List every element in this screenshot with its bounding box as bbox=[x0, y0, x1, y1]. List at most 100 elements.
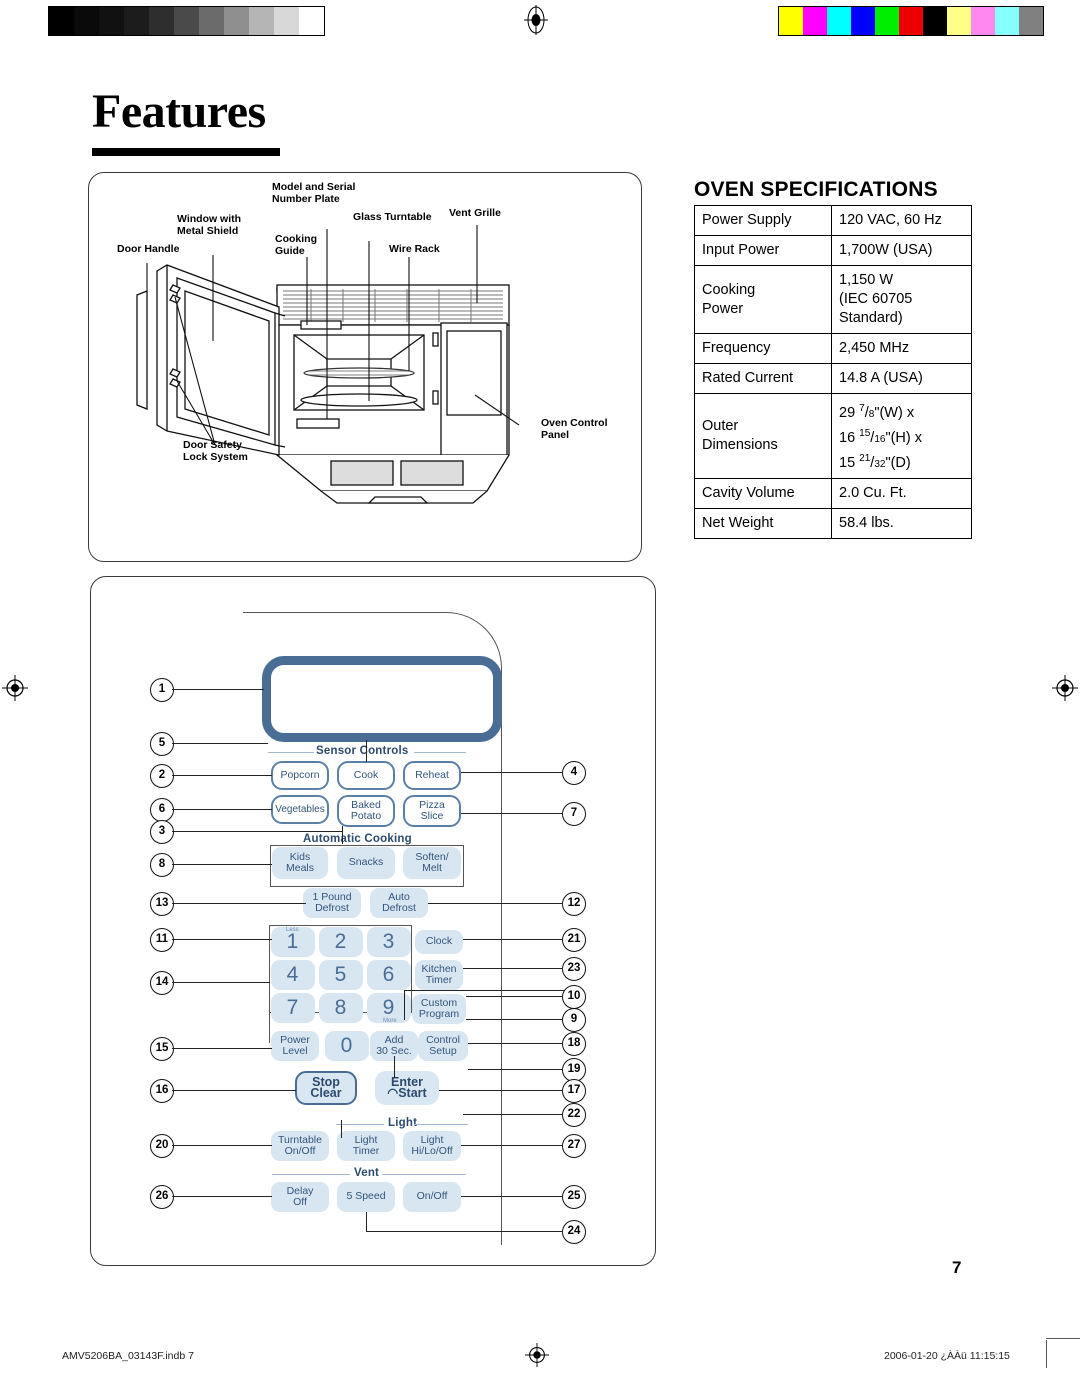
callout-line bbox=[466, 996, 563, 998]
footer-filename: AMV5206BA_03143F.indb 7 bbox=[62, 1350, 194, 1362]
callout-line bbox=[463, 939, 563, 941]
button-num-2[interactable]: 2 bbox=[319, 927, 363, 957]
color-swatch bbox=[1019, 7, 1043, 35]
color-swatch bbox=[995, 7, 1019, 35]
button-pizza-slice[interactable]: Pizza Slice bbox=[403, 795, 461, 827]
button-baked-potato[interactable]: Baked Potato bbox=[337, 795, 395, 827]
callout-connector-light bbox=[341, 1120, 343, 1138]
callout-17: 17 bbox=[562, 1079, 586, 1103]
caption-rule-vent-right bbox=[382, 1174, 466, 1175]
button-1-pound-defrost[interactable]: 1 Pound Defrost bbox=[303, 888, 361, 918]
color-swatch bbox=[899, 7, 923, 35]
button-turntable-onoff[interactable]: Turntable On/Off bbox=[271, 1131, 329, 1161]
caption-light: Light bbox=[388, 1117, 418, 1129]
color-swatch bbox=[947, 7, 971, 35]
callout-22: 22 bbox=[562, 1103, 586, 1127]
button-control-setup[interactable]: Control Setup bbox=[418, 1031, 468, 1061]
table-row: Outer Dimensions 29 7/8"(W) x 16 15/16"(… bbox=[694, 392, 972, 480]
callout-21: 21 bbox=[562, 928, 586, 952]
table-row: Power Supply 120 VAC, 60 Hz bbox=[694, 205, 972, 236]
button-num-5[interactable]: 5 bbox=[319, 960, 363, 990]
button-cook[interactable]: Cook bbox=[337, 761, 395, 790]
callout-line bbox=[461, 772, 563, 774]
display-window bbox=[262, 656, 502, 742]
button-num-4[interactable]: 4 bbox=[271, 960, 315, 990]
spec-value: 2,450 MHz bbox=[831, 333, 972, 364]
callout-connector-sensor bbox=[366, 740, 368, 762]
spec-value-dimensions: 29 7/8"(W) x 16 15/16"(H) x 15 21/32"(D) bbox=[831, 392, 972, 480]
title-underline-rule bbox=[92, 148, 280, 156]
button-custom-program[interactable]: Custom Program bbox=[412, 994, 466, 1024]
button-kids-meals[interactable]: Kids Meals bbox=[272, 847, 328, 879]
grayscale-swatch bbox=[124, 7, 149, 35]
callout-25: 25 bbox=[562, 1185, 586, 1209]
button-num-8[interactable]: 8 bbox=[319, 993, 363, 1023]
button-power-level[interactable]: Power Level bbox=[271, 1031, 319, 1061]
print-registration-strip bbox=[0, 5, 1080, 36]
caption-rule-sensor-left bbox=[268, 752, 314, 753]
callout-14: 14 bbox=[150, 971, 174, 995]
spec-key: Outer Dimensions bbox=[694, 392, 832, 480]
caption-rule-light-right bbox=[414, 1124, 468, 1125]
button-light-hi-lo-off[interactable]: Light Hi/Lo/Off bbox=[403, 1131, 461, 1161]
callout-8: 8 bbox=[150, 853, 174, 877]
grayscale-swatch bbox=[299, 7, 324, 35]
color-swatch bbox=[803, 7, 827, 35]
grayscale-swatch bbox=[224, 7, 249, 35]
grayscale-swatch bbox=[199, 7, 224, 35]
button-light-timer[interactable]: Light Timer bbox=[337, 1131, 395, 1161]
button-delay-off[interactable]: Delay Off bbox=[271, 1182, 329, 1212]
button-reheat[interactable]: Reheat bbox=[403, 761, 461, 790]
label-oven-control-panel: Oven Control Panel bbox=[541, 417, 608, 441]
button-num-0[interactable]: 0 bbox=[325, 1031, 369, 1061]
registration-mark-bottom bbox=[525, 1343, 549, 1367]
callout-line bbox=[172, 809, 272, 811]
button-num-7[interactable]: 7 bbox=[271, 993, 315, 1023]
callout-line bbox=[439, 1090, 563, 1092]
button-5-speed[interactable]: 5 Speed bbox=[337, 1182, 395, 1212]
callout-2: 2 bbox=[150, 764, 174, 788]
button-popcorn[interactable]: Popcorn bbox=[271, 761, 329, 790]
callout-27: 27 bbox=[562, 1134, 586, 1158]
label-glass-turntable: Glass Turntable bbox=[353, 211, 432, 223]
button-soften-melt[interactable]: Soften/ Melt bbox=[403, 847, 461, 879]
caption-vent: Vent bbox=[354, 1167, 380, 1179]
grayscale-swatch bbox=[99, 7, 124, 35]
spec-key: Net Weight bbox=[694, 508, 832, 540]
button-vent-onoff[interactable]: On/Off bbox=[403, 1182, 461, 1212]
color-swatch bbox=[779, 7, 803, 35]
callout-line-vertical bbox=[366, 1212, 368, 1232]
footer-rule bbox=[1046, 1338, 1080, 1340]
spec-key: Rated Current bbox=[694, 363, 832, 394]
button-stop-clear[interactable]: Stop Clear bbox=[295, 1071, 357, 1105]
button-enter-start[interactable]: Enter ◠Start bbox=[375, 1071, 439, 1105]
label-vent-grille: Vent Grille bbox=[449, 207, 501, 219]
spec-value: 2.0 Cu. Ft. bbox=[831, 478, 972, 510]
callout-26: 26 bbox=[150, 1185, 174, 1209]
registration-mark-left bbox=[2, 675, 28, 701]
caption-automatic-cooking: Automatic Cooking bbox=[303, 833, 412, 845]
table-row: Rated Current 14.8 A (USA) bbox=[694, 363, 972, 394]
spec-key: Input Power bbox=[694, 235, 832, 266]
button-snacks[interactable]: Snacks bbox=[337, 847, 395, 879]
callout-line bbox=[172, 864, 272, 866]
callout-10: 10 bbox=[562, 985, 586, 1009]
registration-target-icon bbox=[524, 5, 548, 35]
button-num-3[interactable]: 3 bbox=[367, 927, 411, 957]
button-num-6[interactable]: 6 bbox=[367, 960, 411, 990]
callout-connector-auto bbox=[342, 826, 344, 844]
callout-4: 4 bbox=[562, 761, 586, 785]
button-vegetables[interactable]: Vegetables bbox=[271, 795, 329, 824]
button-kitchen-timer[interactable]: Kitchen Timer bbox=[415, 960, 463, 990]
color-swatch bbox=[971, 7, 995, 35]
page-title: Features bbox=[92, 85, 266, 138]
grayscale-swatch bbox=[74, 7, 99, 35]
callout-13: 13 bbox=[150, 892, 174, 916]
features-illustration-panel: Door Handle Window with Metal Shield Mod… bbox=[88, 172, 642, 562]
callout-1: 1 bbox=[150, 678, 174, 702]
button-clock[interactable]: Clock bbox=[415, 930, 463, 954]
caption-rule-sensor-right bbox=[414, 752, 466, 753]
callout-line bbox=[468, 1043, 563, 1045]
button-auto-defrost[interactable]: Auto Defrost bbox=[370, 888, 428, 918]
callout-line bbox=[172, 1048, 272, 1050]
